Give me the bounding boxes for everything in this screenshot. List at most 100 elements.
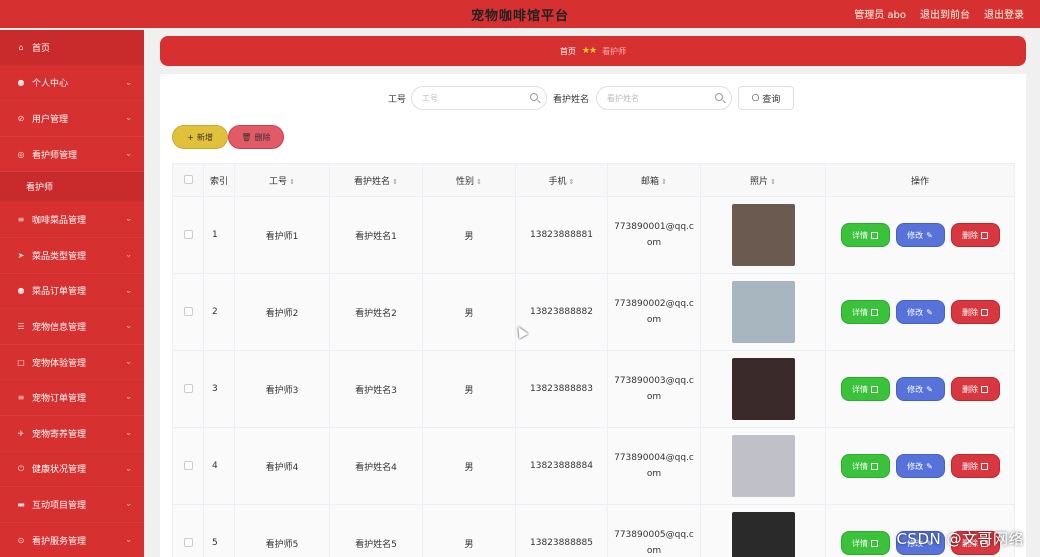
- table-row: 5 看护师5 看护姓名5 男 13823888885 773890005@qq.com 详情…: [172, 504, 1015, 557]
- sidebar-item[interactable]: ⏻ 健康状况管理 ⌄: [0, 452, 144, 488]
- document-icon: [871, 308, 878, 316]
- avatar[interactable]: [731, 512, 795, 557]
- add-button[interactable]: + 新增: [172, 125, 228, 149]
- sidebar-item-label: 宠物订单管理: [32, 394, 87, 405]
- sidebar-item[interactable]: ⊘ 用户管理 ⌄: [0, 101, 144, 137]
- user-icon: ●: [17, 78, 25, 88]
- sidebar-item[interactable]: ● 个人中心 ⌄: [0, 66, 144, 102]
- detail-button[interactable]: 详情: [840, 223, 890, 247]
- sidebar-item[interactable]: ≡ 宠物订单管理 ⌄: [0, 380, 144, 416]
- sidebar-item[interactable]: ▬ 互动项目管理 ⌄: [0, 487, 144, 523]
- sidebar-item[interactable]: ⊙ 看护服务管理 ⌄: [0, 523, 144, 557]
- row-checkbox[interactable]: [172, 196, 204, 274]
- name-search-placeholder: 看护姓名: [607, 93, 639, 103]
- row-checkbox[interactable]: [172, 273, 204, 351]
- edit-button[interactable]: 修改 ✎: [895, 223, 945, 247]
- row-id: 看护师5: [234, 504, 330, 557]
- sidebar-item[interactable]: ➤ 菜品类型管理 ⌄: [0, 238, 144, 274]
- chevron-down-icon: ⌄: [125, 214, 132, 224]
- to-frontend-link[interactable]: 退出到前台: [920, 6, 970, 21]
- sidebar-item[interactable]: ● 菜品订单管理 ⌄: [0, 274, 144, 310]
- avatar[interactable]: [731, 281, 795, 343]
- sidebar-item[interactable]: ◎ 看护师管理 ⌄: [0, 137, 144, 173]
- col-header-id[interactable]: 工号 ⇕: [234, 163, 330, 197]
- sort-icon: ⇕: [476, 177, 482, 186]
- row-name: 看护姓名2: [329, 273, 423, 351]
- admin-user-link[interactable]: 管理员 abo: [854, 6, 906, 21]
- chevron-down-icon: ⌄: [125, 427, 132, 437]
- col-header-actions: 操作: [825, 163, 1015, 197]
- query-button[interactable]: ○ 查询: [738, 86, 794, 110]
- row-index: 4: [203, 427, 235, 505]
- sidebar-item[interactable]: ≡ 咖啡菜品管理 ⌄: [0, 202, 144, 238]
- row-email: 773890002@qq.com: [607, 273, 701, 351]
- sidebar-item-label: 看护师: [26, 183, 54, 194]
- row-checkbox[interactable]: [172, 350, 204, 428]
- sidebar-item-label: 菜品订单管理: [32, 287, 87, 298]
- chevron-down-icon: ⌄: [125, 356, 132, 366]
- avatar[interactable]: [731, 204, 795, 266]
- col-header-gender[interactable]: 性别 ⇕: [422, 163, 516, 197]
- edit-button[interactable]: 修改 ✎: [895, 454, 945, 478]
- pencil-icon: ✎: [926, 230, 933, 240]
- edit-button[interactable]: 修改 ✎: [895, 377, 945, 401]
- select-all-checkbox[interactable]: [172, 163, 204, 197]
- chevron-down-icon: ⌄: [125, 249, 132, 259]
- delete-button[interactable]: 删除: [950, 223, 1000, 247]
- detail-button[interactable]: 详情: [840, 377, 890, 401]
- col-header-phone[interactable]: 手机 ⇕: [515, 163, 608, 197]
- avatar[interactable]: [731, 358, 795, 420]
- document-icon: [871, 462, 878, 470]
- sidebar-item[interactable]: □ 宠物体验管理 ⌄: [0, 345, 144, 381]
- delete-button[interactable]: 删除: [950, 454, 1000, 478]
- content-panel: 工号 工号 看护姓名 看护姓名 ○ 查询 + 新增 🗑 删除 索引 工号 ⇕ 看…: [160, 74, 1026, 557]
- sidebar-item[interactable]: ✈ 宠物寄养管理 ⌄: [0, 416, 144, 452]
- id-search-input[interactable]: 工号: [411, 86, 547, 110]
- sidebar-item-label: 个人中心: [32, 79, 69, 90]
- chevron-down-icon: ⌄: [125, 77, 132, 87]
- detail-button[interactable]: 详情: [840, 454, 890, 478]
- delete-button[interactable]: 删除: [950, 377, 1000, 401]
- row-photo: [700, 350, 826, 428]
- row-name: 看护姓名3: [329, 350, 423, 428]
- sidebar-item-label: 宠物体验管理: [32, 358, 87, 369]
- add-button-label: 新增: [196, 132, 213, 142]
- edit-button[interactable]: 修改 ✎: [895, 300, 945, 324]
- trash-icon: 🗑: [241, 132, 252, 142]
- person-icon: ●: [17, 286, 25, 296]
- row-phone: 13823888885: [515, 504, 608, 557]
- delete-button[interactable]: 删除: [950, 300, 1000, 324]
- col-header-name[interactable]: 看护姓名 ⇕: [329, 163, 423, 197]
- users-icon: ⊘: [17, 113, 25, 123]
- sidebar-item[interactable]: ⌂ 首页: [0, 30, 144, 66]
- filter-icon: ☰: [17, 321, 25, 331]
- table-row: 2 看护师2 看护姓名2 男 13823888882 773890002@qq.com 详情…: [172, 273, 1015, 351]
- row-checkbox[interactable]: [172, 504, 204, 557]
- row-phone: 13823888884: [515, 427, 608, 505]
- detail-button[interactable]: 详情: [840, 300, 890, 324]
- col-header-photo[interactable]: 照片 ⇕: [700, 163, 826, 197]
- sidebar-subitem[interactable]: 看护师: [0, 172, 144, 203]
- nurse-table: 索引 工号 ⇕ 看护姓名 ⇕ 性别 ⇕ 手机 ⇕ 邮箱 ⇕ 照片 ⇕ 操作 1 看护师1 看护姓…: [172, 163, 1015, 557]
- row-checkbox[interactable]: [172, 427, 204, 505]
- avatar[interactable]: [731, 435, 795, 497]
- breadcrumb-home[interactable]: 首页: [560, 46, 576, 57]
- delete-button-label: 删除: [254, 132, 271, 142]
- row-name: 看护姓名1: [329, 196, 423, 274]
- document-icon: [871, 231, 878, 239]
- table-header-row: 索引 工号 ⇕ 看护姓名 ⇕ 性别 ⇕ 手机 ⇕ 邮箱 ⇕ 照片 ⇕ 操作: [172, 163, 1015, 197]
- name-search-input[interactable]: 看护姓名: [596, 86, 732, 110]
- row-id: 看护师1: [234, 196, 330, 274]
- batch-delete-button[interactable]: 🗑 删除: [228, 125, 284, 149]
- trash-icon: [981, 385, 988, 393]
- detail-button[interactable]: 详情: [840, 531, 890, 555]
- row-id: 看护师4: [234, 427, 330, 505]
- row-photo: [700, 273, 826, 351]
- sidebar-item-label: 看护服务管理: [32, 536, 87, 547]
- sort-icon: ⇕: [568, 177, 575, 186]
- logout-link[interactable]: 退出登录: [984, 6, 1024, 21]
- sidebar-item[interactable]: ☰ 宠物信息管理 ⌄: [0, 309, 144, 345]
- row-actions: 详情 修改 ✎ 删除: [825, 350, 1015, 428]
- col-header-email[interactable]: 邮箱 ⇕: [607, 163, 701, 197]
- table-row: 4 看护师4 看护姓名4 男 13823888884 773890004@qq.com 详情…: [172, 427, 1015, 505]
